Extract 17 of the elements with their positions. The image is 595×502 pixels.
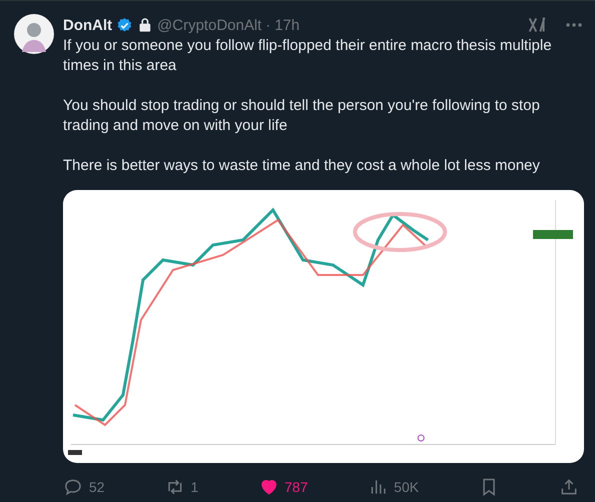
like-button[interactable]: 787 (258, 477, 308, 497)
views-button[interactable]: 50K (368, 477, 419, 497)
post-text: You should stop trading or should tell the person you're following to stop trading and move on with your life (63, 96, 541, 136)
repost-button[interactable]: 1 (164, 477, 198, 497)
post-text: If you or someone you follow flip-flopped their entire macro thesis multiple times in this area (63, 36, 553, 76)
author-name[interactable]: DonAlt (63, 16, 112, 34)
separator-dot: · (266, 16, 271, 34)
author-handle[interactable]: @CryptoDonAlt (157, 16, 262, 34)
avatar[interactable] (14, 14, 54, 54)
reply-button[interactable]: 52 (63, 477, 105, 497)
more-icon[interactable] (565, 22, 583, 28)
reply-icon (63, 477, 83, 497)
post-time[interactable]: 17h (274, 16, 300, 34)
heart-icon (258, 477, 278, 497)
post-text: There is better ways to waste time and they cost a whole lot less money (63, 156, 541, 176)
share-button[interactable] (558, 477, 579, 497)
ai-logo-icon[interactable] (527, 16, 547, 34)
